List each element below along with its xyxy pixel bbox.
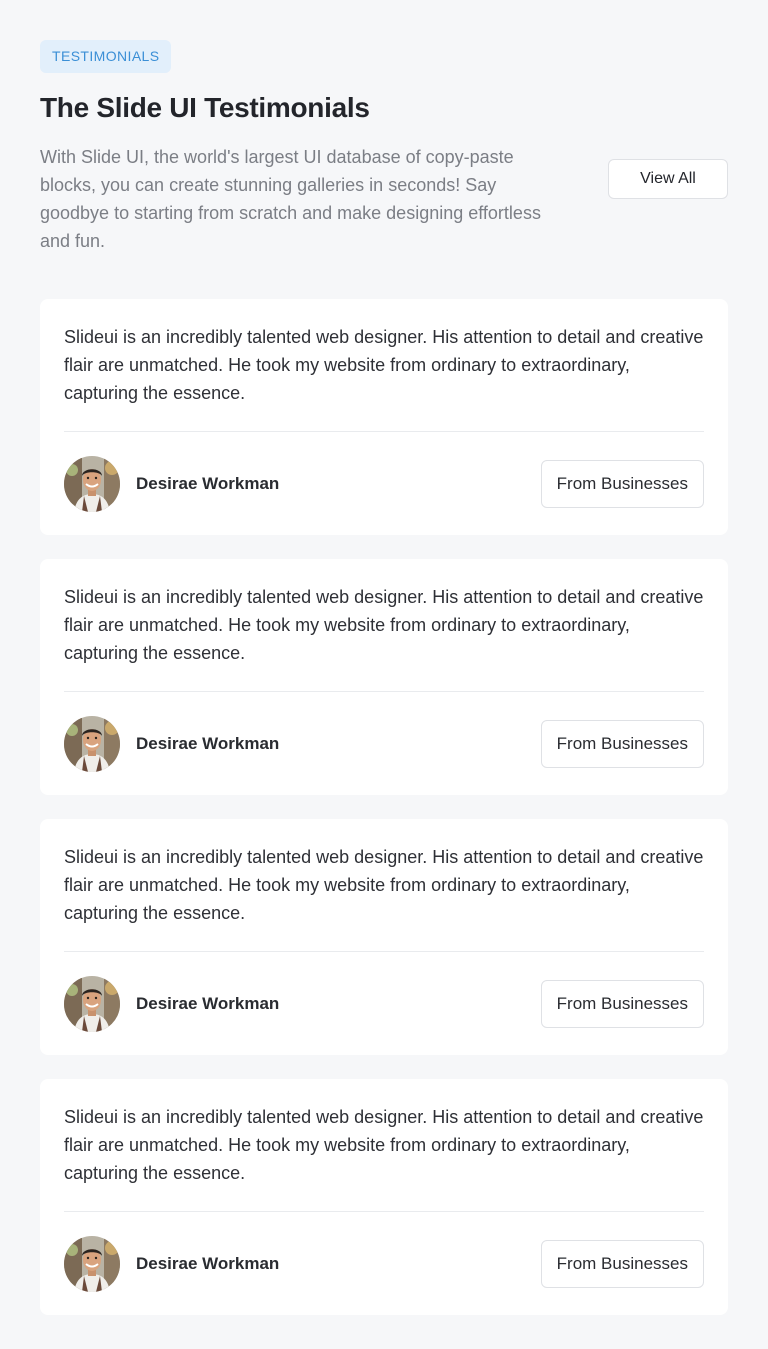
author-name: Desirae Workman [136,994,280,1013]
section-title: The Slide UI Testimonials [40,92,370,123]
author: Desirae Workman [64,716,279,772]
author-name: Desirae Workman [136,474,280,493]
testimonial-card: Slideui is an incredibly talented web de… [40,1079,728,1315]
card-divider [64,1211,704,1212]
from-businesses-button[interactable]: From Businesses [540,720,704,768]
section-header: The Slide UI Testimonials With Slide UI,… [40,91,728,255]
avatar [64,716,120,772]
card-divider [64,691,704,692]
author-name: Desirae Workman [136,734,280,753]
testimonial-quote: Slideui is an incredibly talented web de… [64,847,704,923]
testimonial-card: Slideui is an incredibly talented web de… [40,559,728,795]
section-description: With Slide UI, the world's largest UI da… [40,147,541,251]
testimonials-section: TESTIMONIALS The Slide UI Testimonials W… [0,0,768,1349]
avatar [64,976,120,1032]
testimonial-list: Slideui is an incredibly talented web de… [40,299,728,1315]
from-businesses-button[interactable]: From Businesses [540,460,704,508]
testimonial-card: Slideui is an incredibly talented web de… [40,819,728,1055]
testimonial-quote: Slideui is an incredibly talented web de… [64,1107,704,1183]
author-name: Desirae Workman [136,1254,280,1273]
author: Desirae Workman [64,456,279,512]
testimonial-meta: Desirae Workman From Businesses [64,716,704,772]
author: Desirae Workman [64,976,279,1032]
testimonial-card: Slideui is an incredibly talented web de… [40,299,728,535]
card-divider [64,431,704,432]
testimonial-meta: Desirae Workman From Businesses [64,456,704,512]
author: Desirae Workman [64,1236,279,1292]
testimonial-quote: Slideui is an incredibly talented web de… [64,587,704,663]
testimonial-meta: Desirae Workman From Businesses [64,976,704,1032]
view-all-button[interactable]: View All [608,159,728,199]
testimonial-quote: Slideui is an incredibly talented web de… [64,327,704,403]
section-badge: TESTIMONIALS [40,40,172,73]
avatar [64,1236,120,1292]
card-divider [64,951,704,952]
testimonial-meta: Desirae Workman From Businesses [64,1236,704,1292]
avatar [64,456,120,512]
from-businesses-button[interactable]: From Businesses [540,980,704,1028]
from-businesses-button[interactable]: From Businesses [540,1240,704,1288]
